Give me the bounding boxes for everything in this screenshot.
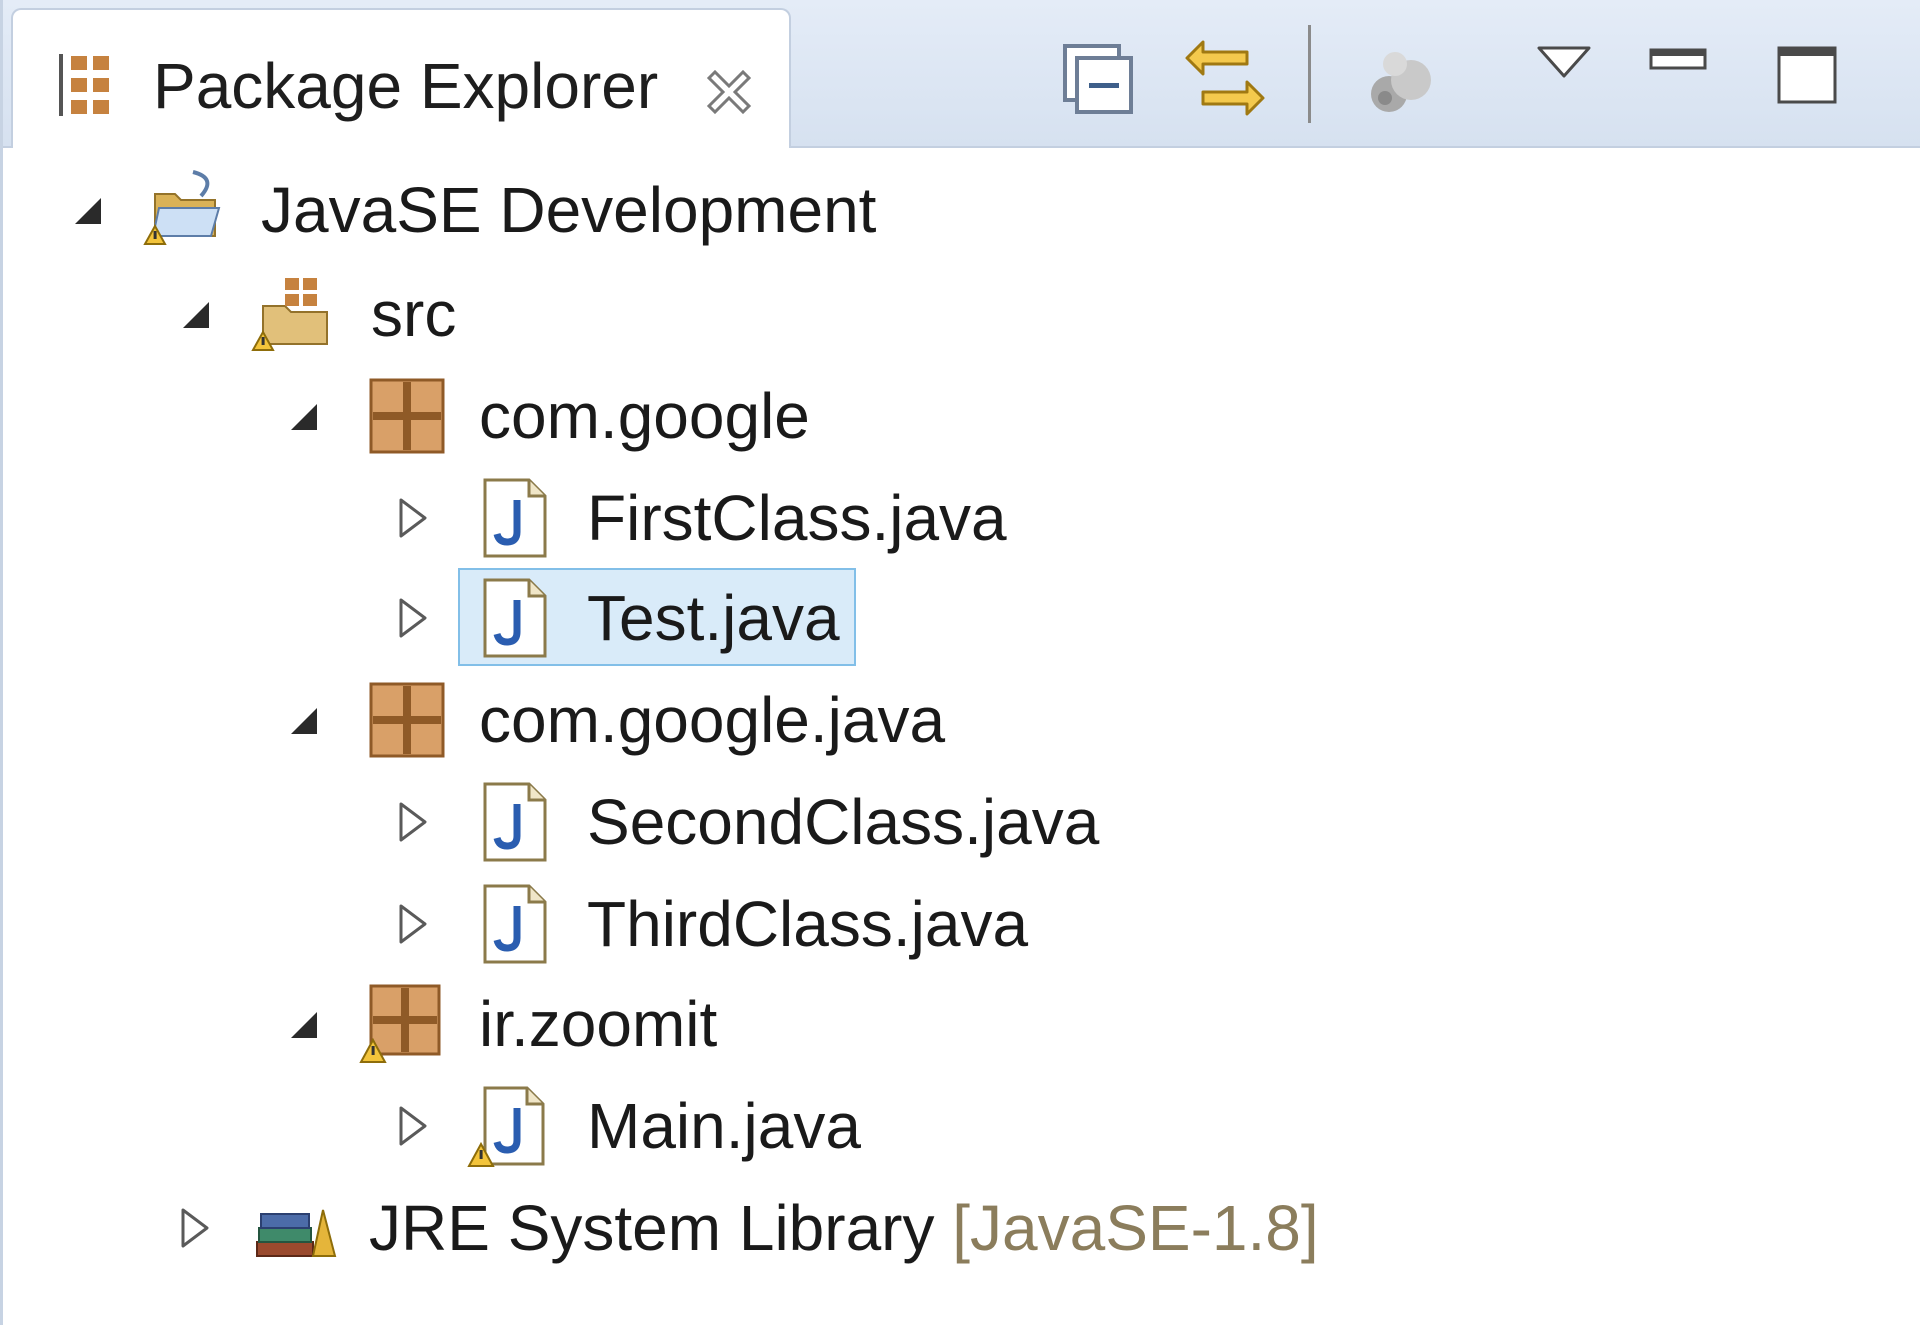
tree-item-file[interactable]: SecondClass.java xyxy=(3,774,1920,870)
tree-item-label: Test.java xyxy=(587,582,840,654)
tree-item-label: com.google.java xyxy=(479,684,946,756)
twisty-expanded-icon[interactable] xyxy=(65,188,109,232)
toolbar-separator xyxy=(1308,25,1311,123)
focus-on-active-task-icon[interactable] xyxy=(1365,40,1445,120)
tree-item-label: Main.java xyxy=(587,1090,861,1162)
java-file-icon xyxy=(483,782,547,862)
tree-item-src[interactable]: src xyxy=(3,266,1920,362)
collapse-all-icon[interactable] xyxy=(1061,42,1137,116)
tree-item-package[interactable]: ir.zoomit xyxy=(3,976,1920,1072)
twisty-expanded-icon[interactable] xyxy=(281,698,325,742)
tree-item-label: SecondClass.java xyxy=(587,786,1100,858)
tree-item-label: ThirdClass.java xyxy=(587,888,1029,960)
twisty-collapsed-icon[interactable] xyxy=(391,1104,435,1148)
tree-item-package[interactable]: com.google xyxy=(3,368,1920,464)
tree-item-file[interactable]: FirstClass.java xyxy=(3,470,1920,566)
tree-item-label: ir.zoomit xyxy=(479,988,718,1060)
tab-package-explorer[interactable]: Package Explorer xyxy=(11,8,791,148)
link-with-editor-icon[interactable] xyxy=(1183,34,1267,124)
tree-item-label: com.google xyxy=(479,380,810,452)
view-title-bar: Package Explorer xyxy=(3,0,1920,148)
tree-item-label: FirstClass.java xyxy=(587,482,1007,554)
tree-item-file[interactable]: ThirdClass.java xyxy=(3,876,1920,972)
library-version-decoration: [JavaSE-1.8] xyxy=(952,1192,1319,1264)
java-file-icon xyxy=(483,578,547,658)
java-file-warning-icon xyxy=(467,1086,545,1167)
tree-item-file-selected[interactable]: Test.java xyxy=(3,570,1920,666)
library-icon xyxy=(256,1209,337,1257)
close-icon[interactable] xyxy=(701,64,757,120)
twisty-collapsed-icon[interactable] xyxy=(391,596,435,640)
tree-item-package[interactable]: com.google.java xyxy=(3,672,1920,768)
tree-item-label: src xyxy=(371,278,457,350)
minimize-icon[interactable] xyxy=(1647,46,1709,74)
tree-item-file[interactable]: Main.java xyxy=(3,1078,1920,1174)
tree-item-label: JRE System Library [JavaSE-1.8] xyxy=(369,1192,1319,1264)
twisty-collapsed-icon[interactable] xyxy=(391,496,435,540)
package-explorer-icon xyxy=(59,54,109,116)
twisty-expanded-icon[interactable] xyxy=(281,1002,325,1046)
tree-item-label: JavaSE Development xyxy=(261,174,877,246)
twisty-expanded-icon[interactable] xyxy=(173,292,217,336)
java-file-icon xyxy=(483,478,547,558)
twisty-collapsed-icon[interactable] xyxy=(391,902,435,946)
view-menu-icon[interactable] xyxy=(1535,44,1593,80)
tree-item-library[interactable]: JRE System Library [JavaSE-1.8] xyxy=(3,1180,1920,1276)
twisty-expanded-icon[interactable] xyxy=(281,394,325,438)
package-warning-icon xyxy=(359,984,441,1063)
package-icon xyxy=(369,378,445,454)
package-icon xyxy=(369,682,445,758)
maximize-icon[interactable] xyxy=(1775,44,1841,106)
twisty-collapsed-icon[interactable] xyxy=(391,800,435,844)
java-file-icon xyxy=(483,884,547,964)
tab-title: Package Explorer xyxy=(153,50,659,122)
tree-item-project[interactable]: JavaSE Development xyxy=(3,162,1920,258)
package-explorer-view: Package Explorer JavaSE Development src … xyxy=(0,0,1920,1325)
java-project-icon xyxy=(143,170,221,245)
twisty-collapsed-icon[interactable] xyxy=(173,1206,217,1250)
source-folder-icon xyxy=(251,278,328,351)
